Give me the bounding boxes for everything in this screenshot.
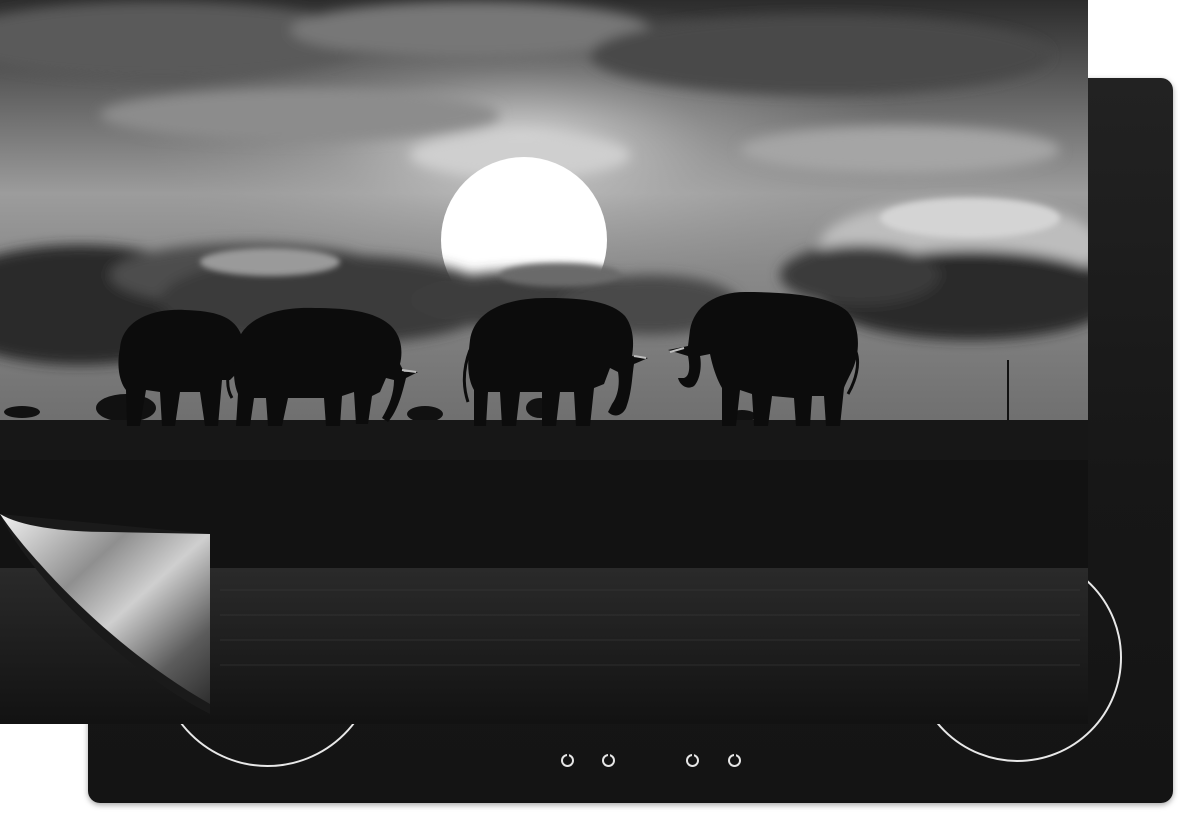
control-knob-1[interactable] [561,753,574,767]
control-knob-2[interactable] [602,753,615,767]
control-knob-3[interactable] [686,753,699,767]
control-knob-4[interactable] [728,753,741,767]
peeled-corner [0,514,210,714]
